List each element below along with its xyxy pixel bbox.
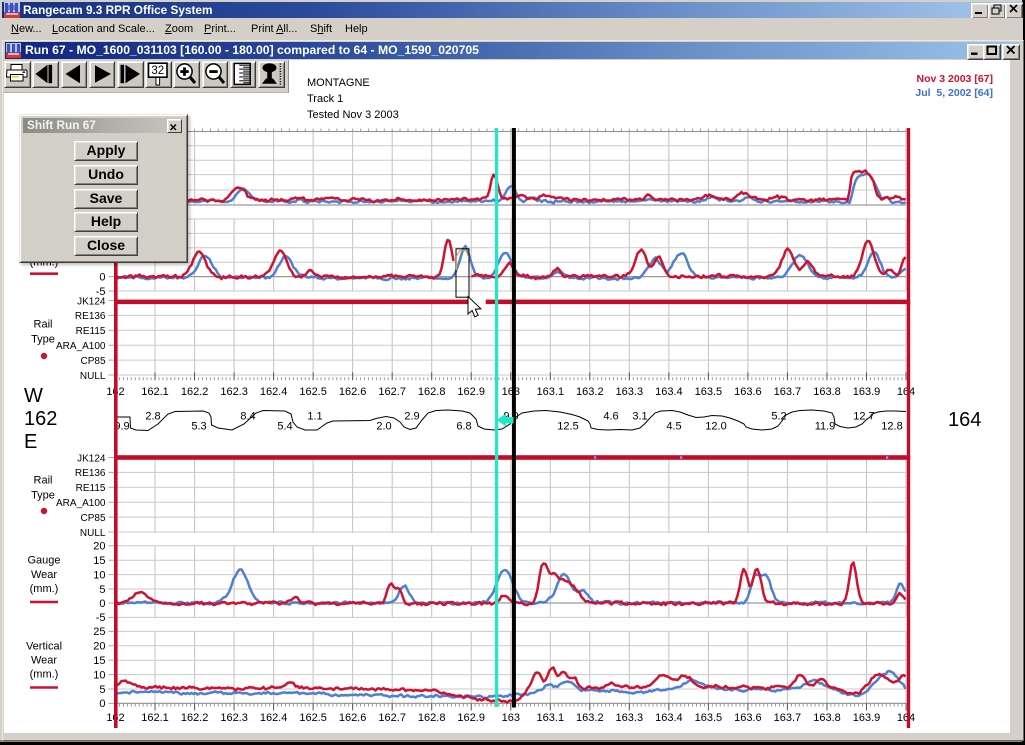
- svg-text:Wear: Wear: [31, 655, 57, 667]
- svg-text:JK124: JK124: [77, 296, 106, 307]
- svg-text:20: 20: [93, 641, 105, 653]
- svg-text:RE136: RE136: [75, 311, 106, 322]
- svg-text:ARA_A100: ARA_A100: [56, 498, 106, 509]
- svg-text:163.1: 163.1: [537, 386, 565, 398]
- svg-text:0: 0: [99, 598, 105, 610]
- svg-text:162.1: 162.1: [141, 712, 169, 724]
- svg-text:ARA_A100: ARA_A100: [56, 341, 106, 352]
- svg-text:162.3: 162.3: [220, 386, 248, 398]
- svg-text:5.3: 5.3: [191, 421, 206, 433]
- svg-text:8.4: 8.4: [240, 411, 255, 423]
- svg-text:163.3: 163.3: [616, 712, 644, 724]
- svg-text:163.6: 163.6: [734, 712, 762, 724]
- svg-text:162.6: 162.6: [339, 712, 367, 724]
- svg-text:163.2: 163.2: [576, 712, 604, 724]
- svg-text:163.5: 163.5: [695, 386, 723, 398]
- svg-text:12.5: 12.5: [557, 421, 578, 433]
- svg-text:-5: -5: [96, 612, 106, 624]
- svg-text:163.9: 163.9: [853, 712, 881, 724]
- svg-text:(mm.): (mm.): [30, 669, 59, 681]
- svg-text:10: 10: [93, 669, 105, 681]
- svg-text:Gauge: Gauge: [27, 555, 60, 567]
- svg-text:163.4: 163.4: [655, 712, 683, 724]
- svg-text:162.5: 162.5: [299, 712, 327, 724]
- svg-text:10: 10: [93, 569, 105, 581]
- svg-text:163.8: 163.8: [813, 712, 841, 724]
- svg-text:12.0: 12.0: [705, 421, 726, 433]
- svg-text:162.1: 162.1: [141, 386, 169, 398]
- svg-text:162.2: 162.2: [181, 386, 209, 398]
- svg-text:0: 0: [99, 271, 105, 283]
- svg-text:1.1: 1.1: [307, 411, 322, 423]
- svg-text:162.9: 162.9: [457, 712, 485, 724]
- svg-text:6.8: 6.8: [456, 421, 471, 433]
- svg-text:25: 25: [93, 626, 105, 638]
- svg-text:RE115: RE115: [76, 326, 106, 337]
- svg-text:163.7: 163.7: [774, 712, 802, 724]
- svg-text:164: 164: [948, 409, 981, 431]
- svg-text:162.8: 162.8: [418, 712, 446, 724]
- svg-text:W: W: [24, 385, 43, 407]
- svg-text:162.6: 162.6: [339, 386, 367, 398]
- svg-text:15: 15: [93, 555, 105, 567]
- svg-text:5.4: 5.4: [277, 421, 292, 433]
- svg-text:(mm.): (mm.): [30, 583, 59, 595]
- svg-text:162.4: 162.4: [260, 712, 288, 724]
- svg-text:163.8: 163.8: [813, 386, 841, 398]
- svg-text:2.8: 2.8: [145, 411, 160, 423]
- svg-text:4.6: 4.6: [603, 411, 618, 423]
- svg-text:162.8: 162.8: [418, 386, 446, 398]
- svg-text:5: 5: [99, 584, 105, 596]
- svg-text:163.9: 163.9: [853, 386, 881, 398]
- svg-text:164: 164: [897, 386, 915, 398]
- svg-text:163.5: 163.5: [695, 712, 723, 724]
- svg-text:3.1: 3.1: [632, 411, 647, 423]
- svg-text:162.7: 162.7: [378, 712, 406, 724]
- svg-text:Rail: Rail: [34, 319, 53, 331]
- svg-text:5: 5: [99, 684, 105, 696]
- svg-text:CP85: CP85: [80, 513, 105, 524]
- svg-text:11.9: 11.9: [815, 421, 836, 433]
- svg-text:RE115: RE115: [76, 483, 106, 494]
- svg-text:163.2: 163.2: [576, 386, 604, 398]
- svg-text:162.2: 162.2: [181, 712, 209, 724]
- svg-text:162.9: 162.9: [457, 386, 485, 398]
- svg-text:Type: Type: [31, 490, 55, 502]
- svg-text:162.5: 162.5: [299, 386, 327, 398]
- svg-text:2.0: 2.0: [376, 421, 391, 433]
- svg-text:163: 163: [502, 386, 520, 398]
- svg-text:E: E: [24, 431, 37, 453]
- svg-text:4.5: 4.5: [666, 421, 681, 433]
- svg-text:162.4: 162.4: [260, 386, 288, 398]
- svg-text:NULL: NULL: [80, 371, 106, 382]
- svg-text:RE136: RE136: [75, 468, 106, 479]
- svg-text:163.3: 163.3: [616, 386, 644, 398]
- svg-text:CP85: CP85: [80, 356, 105, 367]
- svg-text:5.2: 5.2: [771, 411, 786, 423]
- svg-text:162.3: 162.3: [220, 712, 248, 724]
- svg-text:Rail: Rail: [34, 475, 53, 487]
- svg-text:162: 162: [24, 408, 57, 430]
- svg-text:163: 163: [502, 712, 520, 724]
- svg-text:163.7: 163.7: [774, 386, 802, 398]
- svg-text:Type: Type: [31, 334, 55, 346]
- svg-text:163.1: 163.1: [537, 712, 565, 724]
- svg-text:163.6: 163.6: [734, 386, 762, 398]
- svg-text:15: 15: [93, 655, 105, 667]
- svg-text:JK124: JK124: [77, 453, 106, 464]
- svg-text:20: 20: [93, 541, 105, 553]
- svg-text:0: 0: [99, 698, 105, 710]
- svg-text:NULL: NULL: [80, 528, 106, 539]
- svg-text:Wear: Wear: [31, 569, 57, 581]
- svg-text:12.7: 12.7: [853, 411, 874, 423]
- svg-text:162.7: 162.7: [378, 386, 406, 398]
- svg-text:2.9: 2.9: [404, 411, 419, 423]
- svg-text:163.4: 163.4: [655, 386, 683, 398]
- svg-text:12.8: 12.8: [881, 421, 902, 433]
- svg-text:164: 164: [897, 712, 915, 724]
- svg-text:Vertical: Vertical: [26, 641, 62, 653]
